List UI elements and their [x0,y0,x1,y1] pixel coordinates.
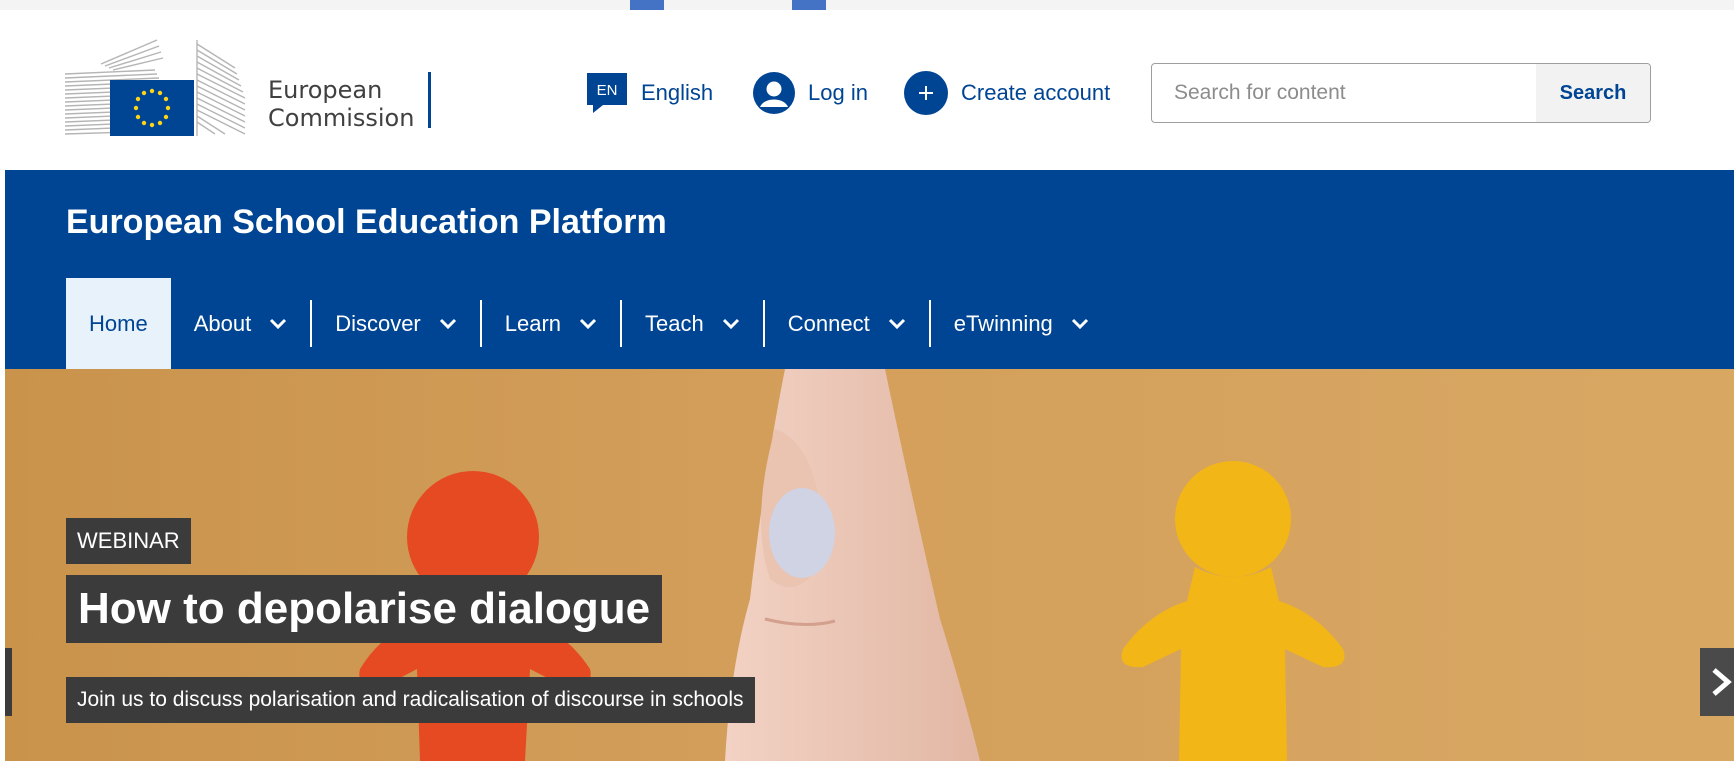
logo-line-1: European [268,76,383,104]
chevron-down-icon [269,315,287,333]
search-input[interactable] [1152,64,1536,122]
chevron-down-icon [722,315,740,333]
create-account-link[interactable]: Create account [903,70,1110,116]
menu-item-label: Learn [504,310,562,336]
menu-item-etwinning[interactable]: eTwinning [931,278,1112,369]
menu-item-discover[interactable]: Discover [312,278,480,369]
search-button[interactable]: Search [1536,64,1650,122]
logo-line-2: Commission [268,104,415,132]
logo-wordmark: European Commission [268,76,414,132]
site-banner: European School Education Platform Home … [5,170,1734,369]
menu-item-label: Discover [335,310,421,336]
language-label: English [641,80,714,105]
menu-item-label: Teach [645,310,704,336]
menu-item-teach[interactable]: Teach [622,278,763,369]
chevron-down-icon [1071,315,1089,333]
hero-carousel: WEBINAR How to depolarise dialogue Join … [5,369,1734,761]
menu-item-label: Connect [787,310,870,336]
speech-bubble-icon: EN [587,73,627,113]
search-form: Search [1151,63,1651,123]
menu-item-home[interactable]: Home [66,278,171,369]
top-strip [0,0,1734,10]
logo-divider [428,72,431,128]
menu-item-label: Home [89,310,148,336]
chevron-right-icon [1712,668,1732,696]
user-icon [753,72,795,114]
menu-item-label: About [193,310,252,336]
create-account-label: Create account [961,80,1111,105]
login-label: Log in [808,80,868,105]
login-link[interactable]: Log in [752,70,868,116]
chevron-down-icon [579,315,597,333]
language-selector[interactable]: EN English [585,70,713,116]
menu-item-learn[interactable]: Learn [482,278,620,369]
site-title[interactable]: European School Education Platform [66,203,667,242]
carousel-next-button[interactable] [1700,648,1734,716]
menu-item-label: eTwinning [953,310,1053,336]
language-code: EN [597,82,618,99]
hero-description: Join us to discuss polarisation and radi… [66,677,755,723]
main-menu: Home About Discover Learn Teach Connect … [66,278,1112,369]
chevron-down-icon [439,315,457,333]
plus-circle-icon [904,71,948,115]
hero-title[interactable]: How to depolarise dialogue [66,575,663,643]
menu-item-about[interactable]: About [171,278,311,369]
hero-tag: WEBINAR [66,518,191,564]
site-header: European Commission EN English Log in Cr… [5,10,1734,170]
carousel-prev-button[interactable] [5,648,12,716]
menu-item-connect[interactable]: Connect [765,278,929,369]
chevron-down-icon [888,315,906,333]
